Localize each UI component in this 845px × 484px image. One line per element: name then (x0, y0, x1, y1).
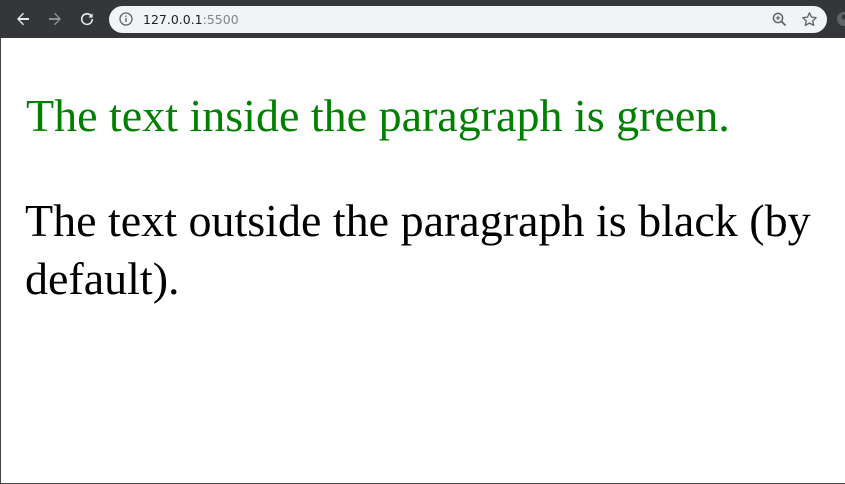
reload-icon (80, 12, 94, 26)
green-paragraph: The text inside the paragraph is green. (26, 90, 730, 141)
star-icon[interactable] (801, 11, 818, 28)
back-arrow-icon (17, 12, 29, 26)
url-host: 127.0.0.1 (143, 12, 203, 27)
url-text[interactable]: 127.0.0.1:5500 (143, 11, 239, 28)
back-button[interactable] (11, 7, 35, 31)
address-bar[interactable]: 127.0.0.1:5500 (109, 6, 827, 33)
profile-icon[interactable] (836, 11, 845, 27)
url-port: :5500 (202, 12, 239, 27)
outside-text: The text outside the paragraph is black … (25, 195, 811, 304)
forward-arrow-icon (49, 12, 61, 26)
zoom-icon[interactable] (771, 11, 788, 28)
reload-button[interactable] (75, 7, 99, 31)
info-icon[interactable] (119, 12, 133, 26)
forward-button[interactable] (43, 7, 67, 31)
page-viewport: The text inside the paragraph is green. … (0, 38, 845, 484)
browser-toolbar: 127.0.0.1:5500 (0, 0, 845, 38)
